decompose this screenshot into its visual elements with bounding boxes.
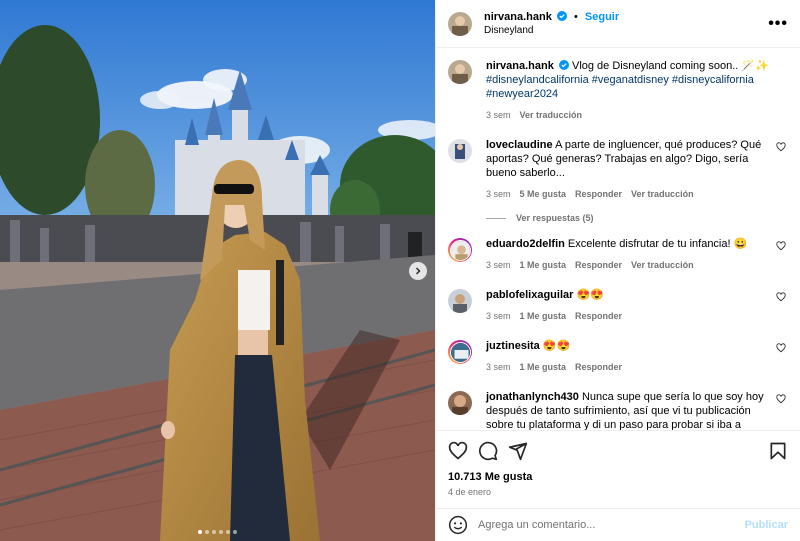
commenter-avatar[interactable] — [448, 340, 472, 364]
commenter-username[interactable]: jonathanlynch430 — [486, 391, 579, 403]
commenter-avatar[interactable] — [448, 391, 472, 415]
disneyland-photo-illustration — [0, 0, 435, 541]
comment-body: juztinesita 😍😍 3 sem 1 Me gusta Responde… — [486, 339, 781, 374]
action-bar — [436, 430, 800, 470]
hashtag-link[interactable]: #disneylandcalifornia — [486, 74, 589, 86]
reply-button[interactable]: Responder — [575, 258, 622, 272]
comment: jonathanlynch430 Nunca supe que sería lo… — [448, 390, 788, 430]
bookmark-icon[interactable] — [768, 441, 788, 461]
heart-icon[interactable] — [776, 292, 786, 302]
commenter-username[interactable]: pablofelixaguilar — [486, 289, 573, 301]
chevron-right-icon — [416, 267, 421, 275]
reply-button[interactable]: Responder — [575, 360, 622, 374]
comment-meta: 3 sem 1 Me gusta Responder Ver traducció… — [486, 258, 781, 272]
carousel-dots — [0, 530, 435, 534]
comment: pablofelixaguilar 😍😍 3 sem 1 Me gusta Re… — [448, 288, 788, 323]
comment: eduardo2delfin Excelente disfrutar de tu… — [448, 237, 788, 272]
comment-body: loveclaudine A parte de ingluencer, qué … — [486, 138, 781, 201]
comment-time[interactable]: 3 sem — [486, 360, 511, 374]
carousel-dot[interactable] — [226, 530, 230, 534]
comment-body: jonathanlynch430 Nunca supe que sería lo… — [486, 390, 781, 430]
caption-body: nirvana.hank Vlog de Disneyland coming s… — [486, 59, 781, 122]
comment-text: 😍😍 — [542, 340, 571, 352]
post-modal: nirvana.hank • Seguir Disneyland ••• nir… — [0, 0, 800, 541]
next-slide-button[interactable] — [409, 262, 427, 280]
comment-likes[interactable]: 1 Me gusta — [520, 309, 567, 323]
caption: nirvana.hank Vlog de Disneyland coming s… — [448, 59, 788, 122]
heart-icon[interactable] — [776, 142, 786, 152]
comment-input[interactable] — [478, 519, 745, 531]
comment-time[interactable]: 3 sem — [486, 309, 511, 323]
carousel-dot[interactable] — [219, 530, 223, 534]
heart-icon[interactable] — [776, 241, 786, 251]
post-photo[interactable] — [0, 0, 435, 541]
post-sidebar: nirvana.hank • Seguir Disneyland ••• nir… — [435, 0, 800, 541]
comments-list[interactable]: nirvana.hank Vlog de Disneyland coming s… — [436, 49, 800, 430]
author-avatar[interactable] — [448, 60, 472, 84]
view-replies-button[interactable]: Ver respuestas (5) — [486, 213, 788, 223]
hashtag-link[interactable]: #disneycalifornia — [672, 74, 754, 86]
comment-likes[interactable]: 5 Me gusta — [520, 187, 567, 201]
translate-link[interactable]: Ver traducción — [520, 108, 583, 122]
carousel-dot[interactable] — [205, 530, 209, 534]
view-replies-label: Ver respuestas (5) — [516, 213, 594, 223]
comment-text: Excelente disfrutar de tu infancia! 😀 — [567, 238, 748, 250]
comment-text: 😍😍 — [576, 289, 604, 301]
heart-icon[interactable] — [776, 343, 786, 353]
post-header: nirvana.hank • Seguir Disneyland ••• — [436, 0, 800, 48]
comment-likes[interactable]: 1 Me gusta — [520, 258, 567, 272]
commenter-username[interactable]: eduardo2delfin — [486, 238, 565, 250]
likes-count[interactable]: 10.713 Me gusta — [448, 471, 532, 483]
like-heart-icon[interactable] — [448, 441, 468, 461]
publish-button[interactable]: Publicar — [745, 519, 788, 531]
caption-username[interactable]: nirvana.hank — [486, 60, 554, 72]
comment: loveclaudine A parte de ingluencer, qué … — [448, 138, 788, 201]
hashtag-link[interactable]: #newyear2024 — [486, 88, 558, 100]
carousel-dot[interactable] — [198, 530, 202, 534]
reply-button[interactable]: Responder — [575, 309, 622, 323]
comment-icon[interactable] — [478, 441, 498, 461]
comment-meta: 3 sem 1 Me gusta Responder — [486, 309, 781, 323]
commenter-username[interactable]: loveclaudine — [486, 139, 553, 151]
comment-body: pablofelixaguilar 😍😍 3 sem 1 Me gusta Re… — [486, 288, 781, 323]
location-link[interactable]: Disneyland — [484, 24, 619, 38]
commenter-avatar[interactable] — [448, 289, 472, 313]
comment-meta: 3 sem 5 Me gusta Responder Ver traducció… — [486, 187, 781, 201]
header-separator: • — [573, 10, 578, 23]
more-options-button[interactable]: ••• — [768, 15, 788, 33]
follow-button[interactable]: Seguir — [585, 11, 619, 23]
hashtag-link[interactable]: #veganatdisney — [592, 74, 669, 86]
comment-time[interactable]: 3 sem — [486, 187, 511, 201]
translate-link[interactable]: Ver traducción — [631, 258, 694, 272]
share-icon[interactable] — [508, 441, 528, 461]
comment-body: eduardo2delfin Excelente disfrutar de tu… — [486, 237, 781, 272]
comment-time[interactable]: 3 sem — [486, 258, 511, 272]
comment: juztinesita 😍😍 3 sem 1 Me gusta Responde… — [448, 339, 788, 374]
author-username[interactable]: nirvana.hank — [484, 11, 552, 23]
commenter-avatar[interactable] — [448, 238, 472, 262]
carousel-dot[interactable] — [212, 530, 216, 534]
carousel-dot[interactable] — [233, 530, 237, 534]
header-text: nirvana.hank • Seguir Disneyland — [484, 10, 619, 38]
commenter-avatar[interactable] — [448, 139, 472, 163]
emoji-icon[interactable] — [448, 515, 468, 535]
verified-badge-icon — [556, 10, 567, 21]
heart-icon[interactable] — [776, 394, 786, 404]
add-comment-bar: Publicar — [436, 508, 800, 541]
caption-time[interactable]: 3 sem — [486, 108, 511, 122]
author-avatar[interactable] — [448, 11, 472, 36]
verified-badge-icon — [558, 60, 569, 70]
caption-meta: 3 sem Ver traducción — [486, 108, 781, 122]
replies-divider — [486, 217, 506, 219]
reply-button[interactable]: Responder — [575, 187, 622, 201]
comment-meta: 3 sem 1 Me gusta Responder — [486, 360, 781, 374]
translate-link[interactable]: Ver traducción — [631, 187, 694, 201]
comment-likes[interactable]: 1 Me gusta — [520, 360, 567, 374]
commenter-username[interactable]: juztinesita — [486, 340, 540, 352]
post-date[interactable]: 4 de enero — [448, 487, 491, 497]
caption-text: Vlog de Disneyland coming soon.. 🪄✨ — [571, 60, 769, 72]
